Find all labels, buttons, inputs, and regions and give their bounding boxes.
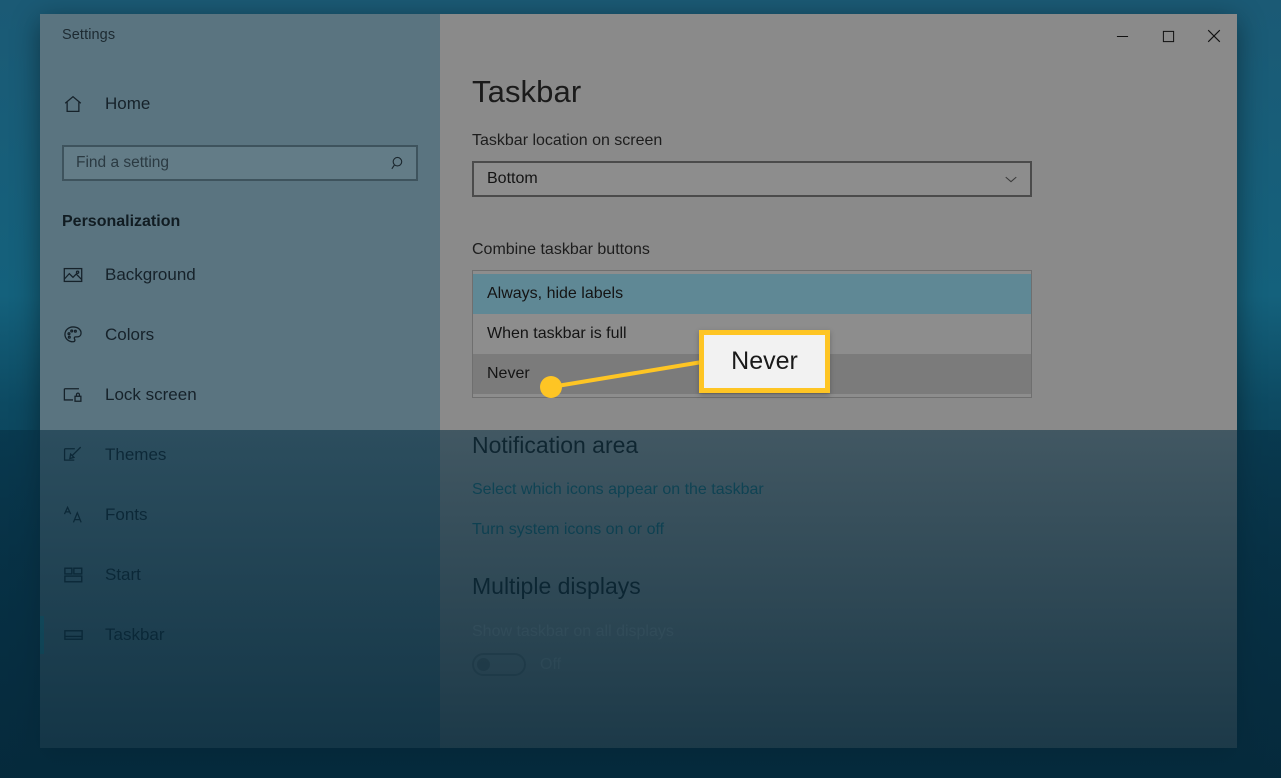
sidebar-item-background[interactable]: Background (40, 245, 440, 305)
link-turn-system-icons[interactable]: Turn system icons on or off (472, 521, 1237, 539)
app-title: Settings (62, 27, 116, 43)
chevron-down-icon (1002, 170, 1020, 188)
sidebar-item-label: Lock screen (105, 385, 197, 404)
sidebar-item-fonts[interactable]: Fonts (40, 485, 440, 545)
taskbar-location-label: Taskbar location on screen (472, 132, 663, 149)
window-controls (1099, 14, 1237, 58)
show-taskbar-all-displays-label: Show taskbar on all displays (472, 623, 674, 640)
sidebar-item-themes[interactable]: Themes (40, 425, 440, 485)
sidebar-item-home[interactable]: Home (40, 84, 440, 124)
sidebar-item-label: Background (105, 265, 196, 284)
show-taskbar-toggle[interactable] (472, 653, 526, 676)
sidebar-nav-list: Background Colors Lock screen Themes Fon… (40, 245, 440, 665)
link-select-which-icons[interactable]: Select which icons appear on the taskbar (472, 481, 1237, 499)
taskbar-location-dropdown[interactable]: Bottom (472, 161, 1032, 197)
multiple-displays-heading: Multiple displays (472, 573, 641, 599)
desktop-background: Settings Home Find a setting Personaliza… (0, 0, 1281, 778)
sidebar-item-label: Fonts (105, 505, 148, 524)
lock-screen-icon (62, 383, 92, 407)
fonts-icon (62, 503, 92, 527)
list-option-label: Never (487, 365, 530, 382)
page-title: Taskbar (472, 74, 582, 109)
callout-label: Never (731, 347, 798, 375)
settings-content-pane: Taskbar Taskbar location on screen Botto… (440, 14, 1237, 748)
taskbar-icon (62, 623, 92, 647)
brush-icon (62, 443, 92, 467)
taskbar-location-value: Bottom (487, 170, 538, 187)
notification-area-heading: Notification area (472, 432, 639, 458)
selection-accent-bar (40, 616, 44, 654)
minimize-icon[interactable] (1099, 14, 1145, 58)
combine-taskbar-buttons-label: Combine taskbar buttons (472, 241, 650, 258)
sidebar-item-label: Colors (105, 325, 155, 344)
sidebar-item-label: Taskbar (105, 625, 165, 644)
list-option-always-hide-labels[interactable]: Always, hide labels (473, 274, 1031, 314)
callout-box: Never (699, 330, 830, 393)
close-icon[interactable] (1191, 14, 1237, 58)
sidebar-item-colors[interactable]: Colors (40, 305, 440, 365)
maximize-icon[interactable] (1145, 14, 1191, 58)
settings-sidebar: Settings Home Find a setting Personaliza… (40, 14, 440, 748)
search-box[interactable] (62, 145, 418, 181)
toggle-knob (477, 658, 490, 671)
sidebar-item-home-label: Home (105, 94, 151, 113)
sidebar-item-label: Themes (105, 445, 167, 464)
palette-icon (62, 323, 92, 347)
list-option-label: When taskbar is full (487, 325, 627, 342)
settings-window: Settings Home Find a setting Personaliza… (40, 14, 1237, 748)
start-icon (62, 563, 92, 587)
show-taskbar-toggle-row: Off (472, 653, 1237, 676)
window-titlebar[interactable]: Settings (40, 14, 440, 56)
image-icon (62, 263, 92, 287)
sidebar-item-lock-screen[interactable]: Lock screen (40, 365, 440, 425)
sidebar-item-start[interactable]: Start (40, 545, 440, 605)
sidebar-item-taskbar[interactable]: Taskbar (40, 605, 440, 665)
search-icon[interactable] (389, 154, 407, 172)
search-input[interactable] (76, 154, 389, 172)
toggle-state-label: Off (540, 655, 562, 673)
home-icon (62, 92, 92, 116)
list-option-label: Always, hide labels (487, 285, 624, 302)
sidebar-category-title: Personalization (62, 213, 181, 230)
sidebar-item-label: Start (105, 565, 141, 584)
